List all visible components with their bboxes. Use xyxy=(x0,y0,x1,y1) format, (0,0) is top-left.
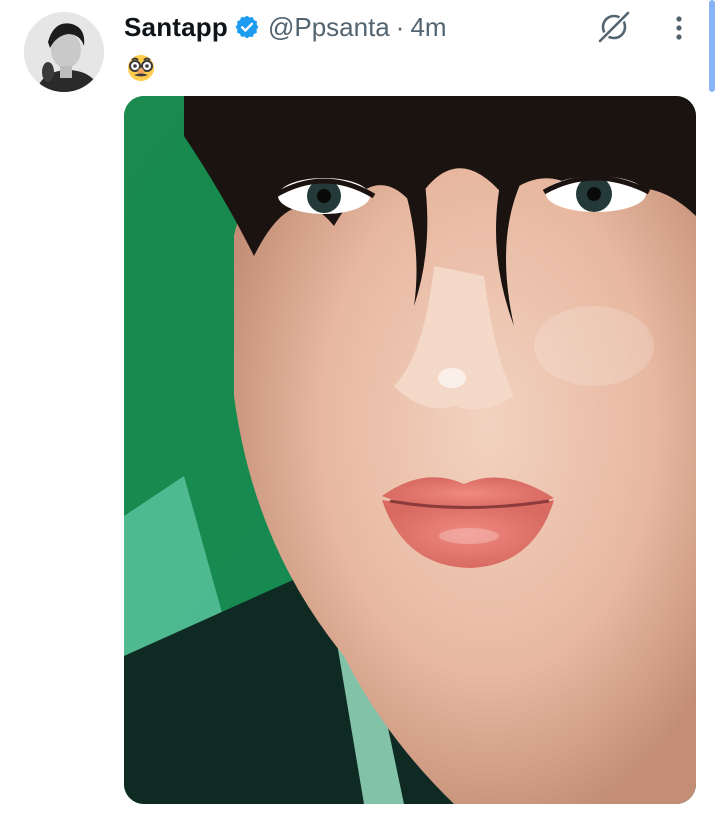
avatar-image xyxy=(24,12,104,92)
tweet-photo[interactable] xyxy=(124,96,696,804)
tweet-header: Santapp @Ppsanta · 4m xyxy=(124,10,447,44)
verified-badge-icon xyxy=(234,14,260,40)
grok-icon[interactable] xyxy=(595,8,633,46)
photo-image xyxy=(124,96,696,804)
tweet-card[interactable]: Santapp @Ppsanta · 4m xyxy=(0,0,720,816)
user-handle[interactable]: @Ppsanta xyxy=(268,10,390,44)
more-vertical-icon[interactable] xyxy=(664,10,694,46)
scrollbar[interactable] xyxy=(709,0,715,92)
tweet-text xyxy=(124,50,158,92)
timestamp[interactable]: 4m xyxy=(410,10,446,44)
avatar[interactable] xyxy=(24,12,104,92)
display-name[interactable]: Santapp xyxy=(124,10,228,44)
header-separator: · xyxy=(395,12,405,42)
disguised-face-emoji-icon xyxy=(124,50,158,84)
